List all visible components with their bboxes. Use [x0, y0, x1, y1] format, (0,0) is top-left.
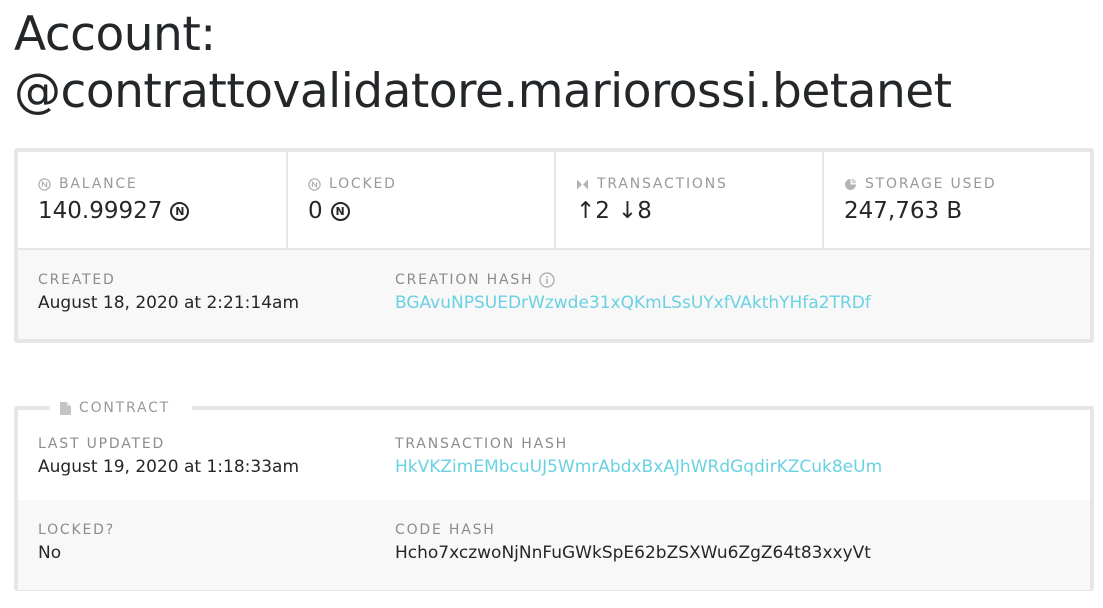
arrow-down-icon: ↓ — [617, 198, 638, 224]
last-updated-label: LAST UPDATED — [38, 436, 166, 452]
created-value: August 18, 2020 at 2:21:14am — [38, 293, 300, 313]
contract-legend-label: CONTRACT — [79, 400, 171, 416]
balance-stat: BALANCE 140.99927 N — [18, 152, 286, 248]
storage-value: 247,763 B — [844, 198, 963, 224]
account-id: @contrattovalidatore.mariorossi.betanet — [14, 64, 952, 119]
locked-question-value: No — [38, 543, 62, 563]
outgoing-transactions: ↑2 — [576, 198, 610, 224]
code-hash-label: CODE HASH — [395, 522, 496, 538]
locked-stat: LOCKED 0 N — [286, 152, 554, 248]
transaction-hash-label: TRANSACTION HASH — [395, 436, 568, 452]
transactions-stat: TRANSACTIONS ↑2 ↓8 — [554, 152, 822, 248]
near-icon: N — [330, 201, 350, 221]
near-icon: N — [170, 201, 190, 221]
balance-value: 140.99927 — [38, 198, 163, 224]
contract-update-row: LAST UPDATED August 19, 2020 at 1:18:33a… — [18, 410, 1090, 500]
creation-hash-link[interactable]: BGAvuNPSUEDrWzwde31xQKmLSsUYxfVAkthYHfa2… — [395, 293, 871, 313]
contract-card: CONTRACT LAST UPDATED August 19, 2020 at… — [14, 399, 1094, 591]
storage-stat: STORAGE USED 247,763 B — [822, 152, 1090, 248]
page-title: Account: @contrattovalidatore.mariorossi… — [14, 6, 952, 120]
info-icon[interactable] — [539, 272, 555, 288]
near-icon — [308, 177, 321, 191]
arrow-up-icon: ↑ — [576, 198, 596, 224]
creation-row: CREATED August 18, 2020 at 2:21:14am CRE… — [18, 250, 1090, 339]
transactions-label: TRANSACTIONS — [597, 176, 728, 192]
locked-label: LOCKED — [329, 176, 397, 192]
page-title-prefix: Account: — [14, 7, 216, 62]
account-stats: BALANCE 140.99927 N LOCKED 0 N TRANSACTI… — [18, 152, 1090, 250]
contract-legend: CONTRACT — [50, 399, 193, 417]
incoming-transactions: ↓8 — [618, 198, 652, 224]
account-card: BALANCE 140.99927 N LOCKED 0 N TRANSACTI… — [14, 148, 1094, 343]
code-hash-value: Hcho7xczwoNjNnFuGWkSpE62bZSXWu6ZgZ64t83x… — [395, 543, 871, 563]
locked-question-label: LOCKED? — [38, 522, 115, 538]
creation-hash-label: CREATION HASH — [395, 272, 534, 288]
contract-code-row: LOCKED? No CODE HASH Hcho7xczwoNjNnFuGWk… — [18, 500, 1090, 590]
last-updated-value: August 19, 2020 at 1:18:33am — [38, 457, 300, 477]
transaction-hash-link[interactable]: HkVKZimEMbcuUJ5WmrAbdxBxAJhWRdGqdirKZCuk… — [395, 457, 882, 477]
incoming-count: 8 — [637, 198, 652, 224]
file-icon — [60, 401, 71, 415]
near-icon — [38, 177, 51, 191]
locked-value: 0 — [308, 198, 323, 224]
storage-label: STORAGE USED — [865, 176, 997, 192]
balance-label: BALANCE — [59, 176, 138, 192]
transactions-icon — [577, 179, 588, 189]
created-label: CREATED — [38, 272, 116, 288]
outgoing-count: 2 — [595, 198, 610, 224]
storage-icon — [845, 178, 857, 190]
